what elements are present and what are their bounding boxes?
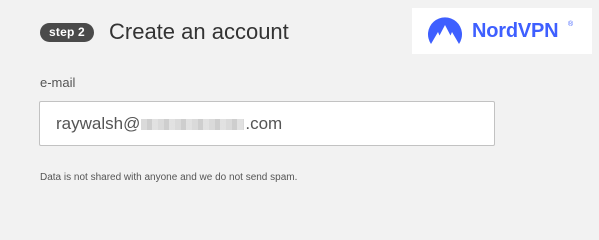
email-value: raywalsh@ .com — [56, 113, 282, 135]
nordvpn-logo: NordVPN ® — [412, 8, 592, 54]
logo-text: NordVPN — [472, 20, 559, 42]
nordvpn-mountain-icon — [428, 17, 462, 44]
page-title: Create an account — [109, 19, 289, 44]
privacy-note: Data is not shared with anyone and we do… — [40, 172, 298, 183]
email-field[interactable]: raywalsh@ .com — [39, 101, 495, 146]
email-value-prefix: raywalsh@ — [56, 114, 141, 133]
step-badge: step 2 — [40, 23, 94, 42]
email-redacted-segment — [141, 118, 245, 130]
registered-mark: ® — [568, 21, 574, 28]
email-label: e-mail — [40, 75, 76, 90]
email-value-suffix: .com — [245, 114, 283, 133]
